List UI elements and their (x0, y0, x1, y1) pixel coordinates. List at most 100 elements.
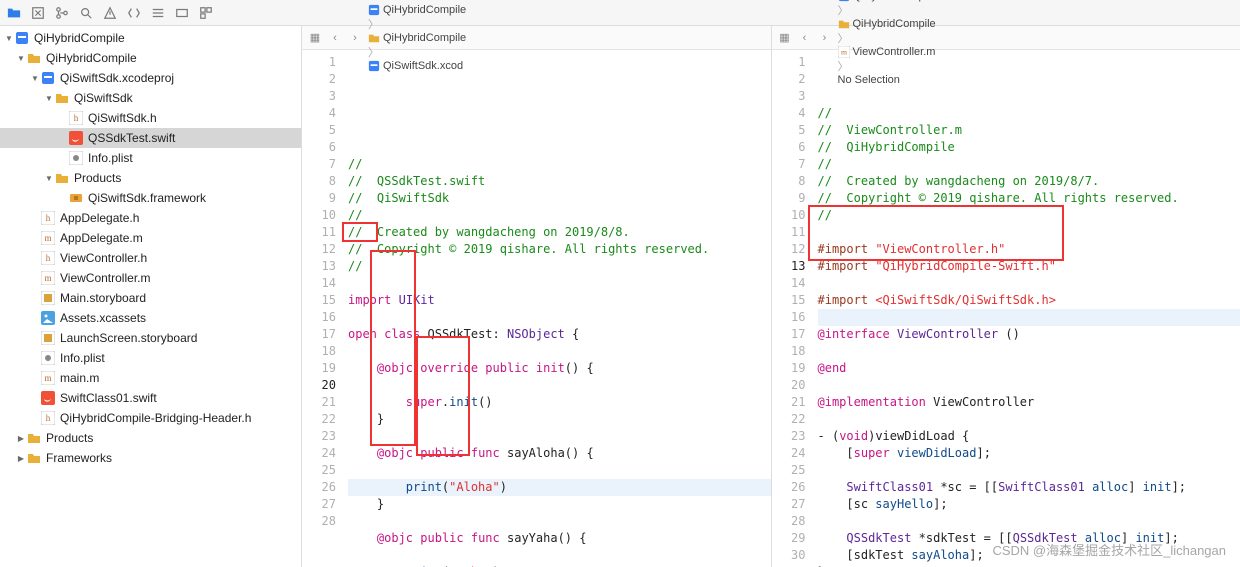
grid-icon[interactable]: ▦ (308, 31, 322, 45)
code-line[interactable]: #import "QiHybridCompile-Swift.h" (818, 258, 1240, 275)
tree-row[interactable]: mmain.m (0, 368, 301, 388)
tree-row[interactable]: hAppDelegate.h (0, 208, 301, 228)
tree-row[interactable]: LaunchScreen.storyboard (0, 328, 301, 348)
tree-row[interactable]: Frameworks (0, 448, 301, 468)
code-line[interactable] (818, 513, 1240, 530)
tree-row[interactable]: Info.plist (0, 348, 301, 368)
lines-icon[interactable] (150, 5, 166, 21)
disclosure-arrow-icon[interactable] (16, 53, 26, 64)
tree-row[interactable]: QiSwiftSdk.xcodeproj (0, 68, 301, 88)
tree-row[interactable]: SwiftClass01.swift (0, 388, 301, 408)
code-line[interactable]: // (818, 207, 1240, 224)
disclosure-arrow-icon[interactable] (30, 73, 40, 84)
tree-row[interactable]: QiHybridCompile (0, 28, 301, 48)
grid3-icon[interactable] (198, 5, 214, 21)
jump-bar-right[interactable]: ▦ ‹ › QiHybridCompile〉QiHybridCompile〉mV… (772, 26, 1240, 50)
code-line[interactable]: @objc override public init() { (348, 360, 771, 377)
tree-row[interactable]: Main.storyboard (0, 288, 301, 308)
code-line[interactable]: // (348, 207, 771, 224)
code-line[interactable]: SwiftClass01 *sc = [[SwiftClass01 alloc]… (818, 479, 1240, 496)
disclosure-arrow-icon[interactable] (44, 93, 54, 104)
tree-row[interactable]: mAppDelegate.m (0, 228, 301, 248)
code-line[interactable] (348, 547, 771, 564)
folder-nav-icon[interactable] (6, 5, 22, 21)
code-line[interactable]: super.init() (348, 394, 771, 411)
tree-row[interactable]: hViewController.h (0, 248, 301, 268)
tree-row[interactable]: QiSwiftSdk (0, 88, 301, 108)
breadcrumb[interactable]: QiHybridCompile (368, 32, 466, 44)
breadcrumb[interactable]: QiHybridCompile (838, 18, 936, 30)
code-line[interactable]: #import <QiSwiftSdk/QiSwiftSdk.h> (818, 292, 1240, 309)
project-navigator[interactable]: QiHybridCompileQiHybridCompileQiSwiftSdk… (0, 26, 302, 567)
grid-icon[interactable]: ▦ (778, 31, 792, 45)
disclosure-arrow-icon[interactable] (4, 33, 14, 44)
code-line[interactable] (818, 411, 1240, 428)
code-line[interactable]: @interface ViewController () (818, 326, 1240, 343)
code-line[interactable]: // QiHybridCompile (818, 139, 1240, 156)
code-line[interactable]: - (void)viewDidLoad { (818, 428, 1240, 445)
nav-back-icon[interactable]: ‹ (798, 31, 812, 45)
code-line[interactable] (348, 513, 771, 530)
nav-back-icon[interactable]: ‹ (328, 31, 342, 45)
code-line[interactable]: @objc public func sayAloha() { (348, 445, 771, 462)
back-forward-icon[interactable] (126, 5, 142, 21)
code-line[interactable]: // (348, 156, 771, 173)
warning-icon[interactable] (102, 5, 118, 21)
code-line[interactable]: // QSSdkTest.swift (348, 173, 771, 190)
code-line[interactable]: [super viewDidLoad]; (818, 445, 1240, 462)
code-line[interactable] (348, 462, 771, 479)
tree-row[interactable]: Products (0, 428, 301, 448)
source-editor-right[interactable]: 1234567891011121314151617181920212223242… (772, 50, 1240, 567)
code-line[interactable] (818, 224, 1240, 241)
code-line[interactable]: @end (818, 360, 1240, 377)
code-line[interactable]: // (348, 258, 771, 275)
tree-row[interactable]: QiHybridCompile (0, 48, 301, 68)
tree-row[interactable]: hQiSwiftSdk.h (0, 108, 301, 128)
jump-bar-left[interactable]: ▦ ‹ › QiHybridCompile〉QiHybridCompile〉Qi… (302, 26, 771, 50)
breadcrumb[interactable]: QiHybridCompile (838, 0, 936, 2)
code-line[interactable] (818, 343, 1240, 360)
tree-row[interactable]: Products (0, 168, 301, 188)
code-line[interactable]: // QiSwiftSdk (348, 190, 771, 207)
code-line[interactable] (818, 377, 1240, 394)
code-line[interactable]: [sc sayHello]; (818, 496, 1240, 513)
code-line[interactable]: // Created by wangdacheng on 2019/8/7. (818, 173, 1240, 190)
tree-row[interactable]: QSSdkTest.swift (0, 128, 301, 148)
code-line[interactable]: } (348, 411, 771, 428)
search-icon[interactable] (78, 5, 94, 21)
code-line[interactable] (348, 428, 771, 445)
code-line[interactable]: // (818, 105, 1240, 122)
code-line[interactable]: import UIKit (348, 292, 771, 309)
code-line[interactable]: // Created by wangdacheng on 2019/8/8. (348, 224, 771, 241)
code-line[interactable] (348, 343, 771, 360)
code-line[interactable]: open class QSSdkTest: NSObject { (348, 326, 771, 343)
code-line[interactable]: // ViewController.m (818, 122, 1240, 139)
code-line[interactable]: // (818, 156, 1240, 173)
scm-icon[interactable] (54, 5, 70, 21)
code-line[interactable]: @objc public func sayYaha() { (348, 530, 771, 547)
code-line[interactable]: @implementation ViewController (818, 394, 1240, 411)
tree-row[interactable]: Assets.xcassets (0, 308, 301, 328)
source-editor-left[interactable]: 1234567891011121314151617181920212223242… (302, 50, 771, 567)
rect-icon[interactable] (174, 5, 190, 21)
code-line[interactable] (348, 309, 771, 326)
code-line[interactable] (818, 275, 1240, 292)
nav-forward-icon[interactable]: › (348, 31, 362, 45)
tree-row[interactable]: QiSwiftSdk.framework (0, 188, 301, 208)
breadcrumb[interactable]: QiHybridCompile (368, 4, 466, 16)
nav-forward-icon[interactable]: › (818, 31, 832, 45)
tree-row[interactable]: Info.plist (0, 148, 301, 168)
disclosure-arrow-icon[interactable] (44, 173, 54, 184)
code-line[interactable] (818, 309, 1240, 326)
square-x-icon[interactable] (30, 5, 46, 21)
code-line[interactable]: // Copyright © 2019 qishare. All rights … (348, 241, 771, 258)
code-line[interactable]: print("Aloha") (348, 479, 771, 496)
tree-row[interactable]: mViewController.m (0, 268, 301, 288)
code-line[interactable] (348, 377, 771, 394)
disclosure-arrow-icon[interactable] (16, 433, 26, 444)
disclosure-arrow-icon[interactable] (16, 453, 26, 464)
code-line[interactable]: } (348, 496, 771, 513)
code-line[interactable]: #import "ViewController.h" (818, 241, 1240, 258)
tree-row[interactable]: hQiHybridCompile-Bridging-Header.h (0, 408, 301, 428)
code-line[interactable] (348, 275, 771, 292)
